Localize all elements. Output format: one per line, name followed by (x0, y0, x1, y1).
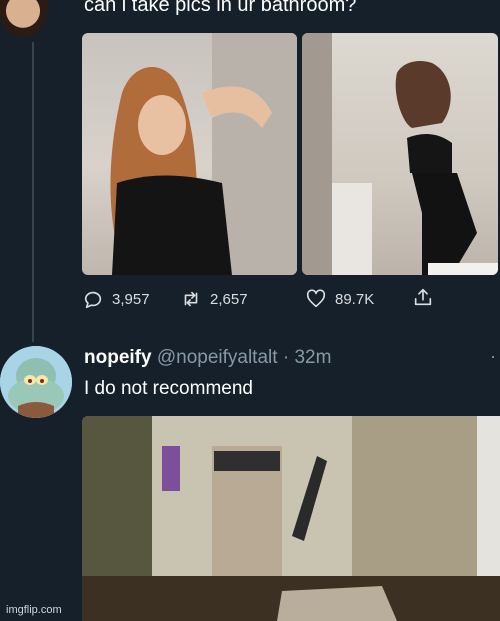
avatar-illustration (0, 346, 72, 418)
display-name[interactable]: nopeify (84, 347, 152, 368)
timestamp[interactable]: 32m (294, 347, 331, 368)
watermark: imgflip.com (6, 604, 62, 616)
tweet-photo[interactable] (302, 33, 498, 275)
user-handle[interactable]: @nopeifyaltalt (157, 347, 278, 368)
photo-illustration (82, 416, 500, 621)
heart-icon (306, 289, 326, 308)
share-button[interactable] (412, 286, 434, 308)
tweet-text: can i take pics in ur bathroom? (84, 0, 357, 16)
reply-button[interactable]: 3,957 (82, 288, 150, 310)
like-count: 89.7K (335, 290, 375, 308)
tweet-photo[interactable] (82, 416, 500, 621)
photo-illustration (302, 33, 498, 275)
retweet-icon (184, 291, 198, 307)
separator-dot: · (282, 347, 290, 368)
photo-illustration (110, 33, 297, 275)
thread-connector-line (32, 42, 34, 342)
reply-icon (84, 291, 102, 309)
retweet-count: 2,657 (210, 290, 248, 308)
retweet-button[interactable]: 2,657 (180, 288, 248, 310)
more-options-icon[interactable]: · (490, 346, 496, 367)
avatar[interactable] (0, 346, 72, 418)
reply-count: 3,957 (112, 290, 150, 308)
tweet-text: I do not recommend (84, 378, 253, 399)
like-button[interactable]: 89.7K (305, 288, 374, 310)
share-icon (414, 288, 432, 306)
tweet-photo[interactable] (82, 33, 297, 275)
avatar[interactable] (0, 0, 48, 38)
tweet-author-row: nopeify @nopeifyaltalt · 32m (84, 347, 331, 369)
